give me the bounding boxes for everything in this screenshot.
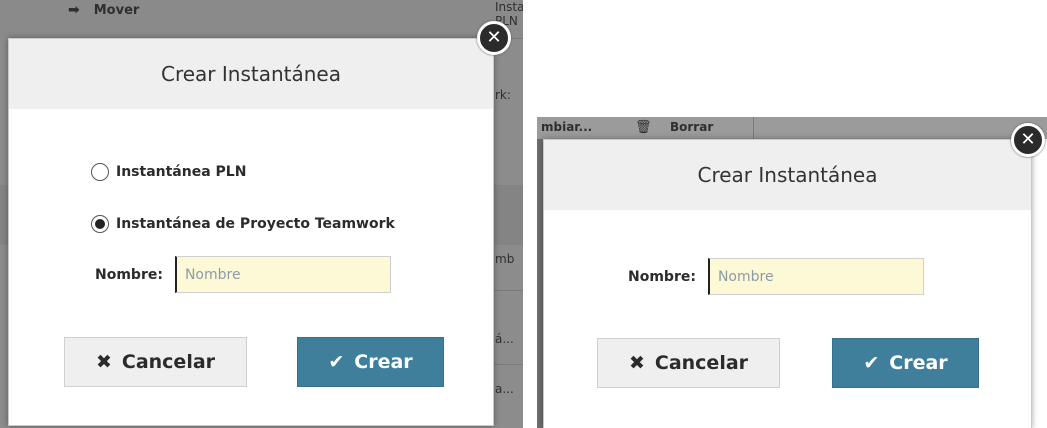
- row-divider: [492, 290, 523, 291]
- name-row: Nombre:: [628, 258, 924, 295]
- x-icon: ✖: [95, 351, 112, 373]
- create-button[interactable]: ✔ Crear: [832, 338, 979, 388]
- peek-col-text: mb: [495, 252, 515, 266]
- dialog-title: Crear Instantánea: [697, 163, 878, 187]
- close-circle-icon[interactable]: ✕: [477, 21, 511, 55]
- name-row: Nombre:: [95, 256, 391, 293]
- move-menu-item[interactable]: ➡ Mover: [68, 2, 139, 18]
- screenshot-stage: ➡Mover Instantánea PLN rk: mb á... a... …: [0, 0, 1047, 428]
- cancel-button[interactable]: ✖ Cancelar: [597, 338, 780, 388]
- checkmark-icon: ✔: [863, 352, 880, 374]
- dialog-header: Crear Instantánea: [544, 140, 1031, 210]
- name-label: Nombre:: [628, 268, 696, 285]
- create-button[interactable]: ✔ Crear: [297, 337, 444, 387]
- checkmark-icon: ✔: [328, 351, 345, 373]
- row-divider: [492, 364, 523, 365]
- option-teamwork[interactable]: Instantánea de Proyecto Teamwork: [91, 215, 395, 233]
- peek-mid-text: rk:: [495, 88, 511, 102]
- peek-row1-text: á...: [495, 332, 514, 346]
- close-circle-icon[interactable]: ✕: [1011, 123, 1045, 157]
- option-pln-label: Instantánea PLN: [116, 164, 247, 180]
- dialog-header: Crear Instantánea: [9, 39, 493, 109]
- option-pln[interactable]: Instantánea PLN: [91, 163, 246, 181]
- trash-icon: 🗑: [635, 120, 652, 135]
- toolbar-divider: [753, 117, 754, 139]
- change-menu-item[interactable]: mbiar...: [541, 120, 592, 134]
- arrow-right-icon: ➡: [68, 2, 80, 18]
- name-input[interactable]: [707, 258, 924, 295]
- cancel-button[interactable]: ✖ Cancelar: [64, 337, 247, 387]
- create-snapshot-dialog-left: Crear Instantánea Instantánea PLN Instan…: [8, 38, 494, 426]
- option-teamwork-label: Instantánea de Proyecto Teamwork: [116, 216, 395, 232]
- dialog-title: Crear Instantánea: [161, 62, 341, 86]
- delete-menu-item[interactable]: Borrar: [670, 120, 713, 134]
- right-toolbar: [537, 117, 1047, 139]
- peek-row2-text: a...: [495, 382, 514, 396]
- x-icon: ✖: [628, 352, 645, 374]
- radio-teamwork[interactable]: [91, 215, 109, 233]
- name-label: Nombre:: [95, 266, 163, 283]
- radio-pln[interactable]: [91, 163, 109, 181]
- name-input[interactable]: [174, 256, 391, 293]
- create-snapshot-dialog-right: Crear Instantánea Nombre: ✖ Cancelar ✔ C…: [543, 139, 1032, 428]
